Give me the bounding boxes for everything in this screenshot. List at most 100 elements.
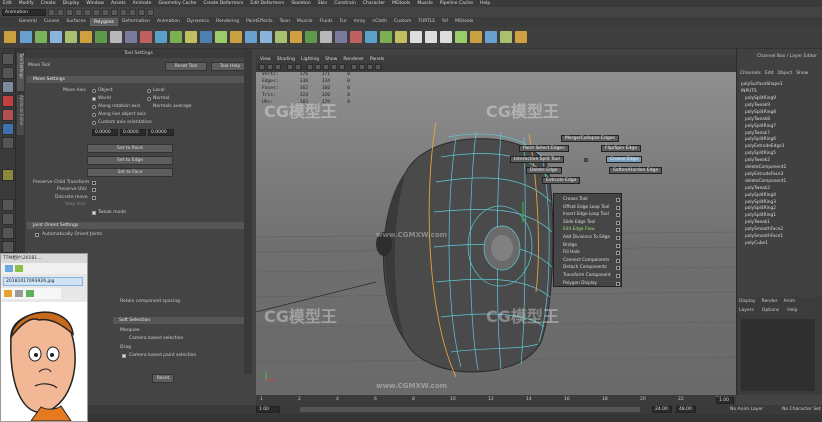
persp-graph-icon[interactable] — [2, 241, 14, 253]
scale-tool-icon[interactable] — [2, 123, 14, 135]
submenu-detach-components[interactable]: Detach Components — [563, 265, 607, 270]
tab-general[interactable]: General — [16, 18, 40, 26]
unfold-icon[interactable] — [485, 31, 497, 43]
tab-polygons[interactable]: Polygons — [89, 18, 118, 26]
smooth-icon[interactable] — [155, 31, 167, 43]
layer-tab-display[interactable]: Display — [739, 299, 756, 304]
poly-sphere-icon[interactable] — [20, 31, 32, 43]
checker3-icon[interactable] — [440, 31, 452, 43]
range-bar[interactable] — [300, 407, 640, 412]
layer-menu-layers[interactable]: Layers — [739, 308, 754, 313]
viewport-menu-show[interactable]: Show — [325, 57, 337, 62]
submenu-crease-tool[interactable]: Crease Tool — [563, 197, 588, 202]
submenu-slide-edge-tool[interactable]: Slide Edge Tool — [563, 220, 595, 225]
radio-normal[interactable] — [147, 97, 151, 101]
viewer-share-icon[interactable] — [4, 290, 12, 297]
mm-crease-edge[interactable]: Crease Edge — [606, 156, 643, 163]
input-node[interactable]: deleteComponent1 — [745, 179, 786, 184]
submenu-offset-edge-loop-tool[interactable]: Offset Edge Loop Tool — [563, 205, 609, 210]
open-scene-icon[interactable] — [57, 8, 64, 16]
select-tool-icon[interactable] — [2, 53, 14, 65]
mm-split-tool[interactable]: Interactive Split Tool — [510, 156, 564, 163]
spherical-map-icon[interactable] — [395, 31, 407, 43]
combine-icon[interactable] — [110, 31, 122, 43]
split-icon[interactable] — [215, 31, 227, 43]
poly-cone-icon[interactable] — [65, 31, 77, 43]
input-node[interactable]: polySplitRing8 — [745, 110, 776, 115]
submenu-fill-hole[interactable]: Fill Hole — [563, 250, 580, 255]
anim-layer-label[interactable]: No Anim Layer — [730, 407, 763, 412]
auto-orient-checkbox[interactable] — [35, 233, 39, 237]
mm-paint-select[interactable]: Paint Select Edges — [519, 145, 569, 152]
wireframe-icon[interactable] — [307, 64, 313, 70]
current-frame-field[interactable]: 1.00 — [716, 397, 734, 404]
menu-modify[interactable]: Modify — [19, 1, 34, 6]
tab-fluids[interactable]: Fluids — [317, 18, 336, 26]
mm-soften-harden[interactable]: Soften/Harden Edge — [609, 167, 663, 174]
submenu-connect-components[interactable]: Connect Components — [563, 258, 609, 263]
radio-live-object[interactable] — [92, 113, 96, 117]
bevel-icon[interactable] — [260, 31, 272, 43]
poly-torus-icon[interactable] — [95, 31, 107, 43]
tab-curves[interactable]: Curves — [41, 18, 63, 26]
merge-icon[interactable] — [275, 31, 287, 43]
menu-muscle[interactable]: Muscle — [417, 1, 433, 6]
extrude-icon[interactable] — [170, 31, 182, 43]
tab-dynamics[interactable]: Dynamics — [184, 18, 212, 26]
submenu-option-box[interactable] — [616, 281, 620, 286]
submenu-option-box[interactable] — [616, 274, 620, 278]
layer-menu-options[interactable]: Options — [762, 308, 779, 313]
ambient-occlusion-icon[interactable] — [359, 64, 365, 70]
input-node[interactable]: polySmoothFace1 — [745, 234, 783, 239]
offset-loop-icon[interactable] — [245, 31, 257, 43]
tab-fxf[interactable]: fxf — [439, 18, 451, 26]
tab-attribute-editor[interactable]: Attribute Editor — [17, 95, 24, 135]
set-to-face-button[interactable]: Set to Face — [87, 168, 173, 177]
mirror-icon[interactable] — [290, 31, 302, 43]
input-node[interactable]: polySmoothFace2 — [745, 227, 783, 232]
input-node[interactable]: polySplitRing1 — [745, 213, 776, 218]
input-node[interactable]: polySplitRing9 — [745, 96, 776, 101]
tab-custom[interactable]: Custom — [391, 18, 414, 26]
camera-paint-checkbox[interactable] — [122, 354, 126, 358]
menu-constrain[interactable]: Constrain — [334, 1, 356, 6]
snap-curve-icon[interactable] — [111, 8, 118, 16]
range-end-field[interactable]: 24.00 — [652, 406, 672, 413]
layer-menu-help[interactable]: Help — [787, 308, 797, 313]
sew-uv-icon[interactable] — [470, 31, 482, 43]
channel-menu-channels[interactable]: Channels — [740, 71, 761, 76]
new-scene-icon[interactable] — [48, 8, 55, 16]
menu-skeleton[interactable]: Skeleton — [291, 1, 310, 6]
reset-tool-button[interactable]: Reset Tool — [165, 62, 207, 71]
input-node[interactable]: polyTweak1 — [745, 220, 770, 225]
paint-select-icon[interactable] — [2, 81, 14, 93]
tab-painteffects[interactable]: PaintEffects — [243, 18, 275, 26]
tab-ncloth[interactable]: nCloth — [369, 18, 390, 26]
preserve-child-checkbox[interactable] — [92, 181, 96, 185]
menu-edit-deformers[interactable]: Edit Deformers — [250, 1, 284, 6]
tab-surfaces[interactable]: Surfaces — [63, 18, 89, 26]
menu-mgtools[interactable]: MGtools — [392, 1, 410, 6]
planar-map-icon[interactable] — [365, 31, 377, 43]
tool-settings-scrollbar[interactable] — [244, 49, 252, 374]
input-node[interactable]: polyExtrudeFace3 — [745, 172, 783, 177]
input-node[interactable]: polySplitRing3 — [745, 200, 776, 205]
xray-icon[interactable] — [375, 64, 381, 70]
object-name[interactable]: polySurfaceShape1 — [741, 82, 783, 87]
save-scene-icon[interactable] — [66, 8, 73, 16]
submenu-option-box[interactable] — [616, 220, 620, 225]
menu-pipeline-cache[interactable]: Pipeline Cache — [440, 1, 473, 6]
menu-edit[interactable]: Edit — [3, 1, 12, 6]
bookmark-icon[interactable] — [275, 64, 281, 70]
submenu-insert-edge-loop-tool[interactable]: Insert Edge Loop Tool — [563, 212, 609, 217]
submenu-option-box[interactable] — [616, 236, 620, 240]
range-end2-field[interactable]: 48.00 — [676, 406, 696, 413]
four-view-icon[interactable] — [2, 213, 14, 225]
set-to-point-button[interactable]: Set to Point — [87, 144, 173, 153]
input-node[interactable]: polyTweak2 — [745, 158, 770, 163]
submenu-option-box[interactable] — [616, 228, 620, 233]
reset-button[interactable]: Reset — [152, 374, 174, 383]
poly-cube-icon[interactable] — [35, 31, 47, 43]
reverse-icon[interactable] — [305, 31, 317, 43]
menu-create[interactable]: Create — [41, 1, 56, 6]
